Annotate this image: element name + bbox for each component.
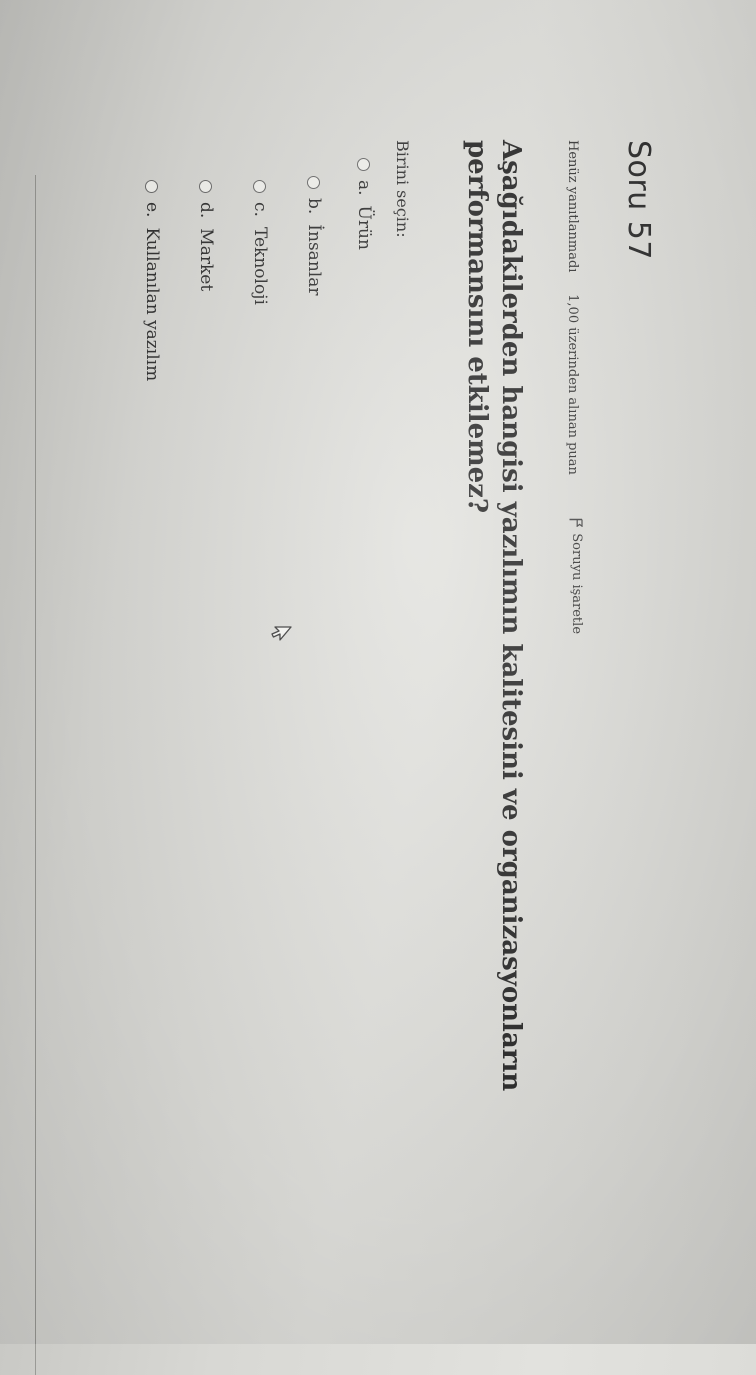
answer-option-a[interactable]: a. Ürün — [354, 158, 374, 250]
flag-question-label: Soruyu işaretle — [569, 533, 584, 635]
question-grade: 1,00 üzerinden alınan puan — [565, 294, 581, 475]
radio-b[interactable] — [307, 176, 321, 189]
answer-option-d[interactable]: d. Market — [196, 180, 216, 291]
radio-a[interactable] — [357, 158, 371, 171]
mouse-pointer-icon — [271, 626, 292, 641]
answer-option-c[interactable]: c. Teknoloji — [250, 180, 270, 305]
option-c-text: Teknoloji — [250, 226, 270, 305]
option-e-letter: e. — [142, 202, 162, 218]
radio-e[interactable] — [145, 180, 159, 193]
question-status: Henüz yanıtlanmadı — [565, 140, 581, 273]
option-e-text: Kullanılan yazılım — [142, 227, 162, 382]
option-b-letter: b. — [304, 198, 324, 215]
option-d-text: Market — [196, 228, 216, 292]
answer-option-e[interactable]: e. Kullanılan yazılım — [142, 180, 162, 381]
answer-option-b[interactable]: b. İnsanlar — [304, 176, 324, 295]
radio-c[interactable] — [253, 180, 267, 193]
question-text: Aşağıdakilerden hangisi yazılımın kalite… — [462, 140, 526, 1092]
question-title: Soru 57 — [621, 140, 656, 260]
flag-question-button[interactable]: Soruyu işaretle — [569, 518, 584, 634]
option-b-text: İnsanlar — [304, 224, 324, 296]
flag-icon — [570, 519, 584, 528]
question-screen: Soru 57 Henüz yanıtlanmadı 1,00 üzerinde… — [16, 0, 756, 1375]
page-divider — [35, 175, 36, 1375]
option-a-letter: a. — [354, 180, 374, 196]
option-c-letter: c. — [250, 202, 270, 217]
answer-prompt: Birini seçin: — [393, 140, 412, 238]
radio-d[interactable] — [199, 180, 213, 193]
option-d-letter: d. — [196, 202, 216, 219]
option-a-text: Ürün — [354, 205, 374, 250]
question-info: Henüz yanıtlanmadı 1,00 üzerinden alınan… — [566, 140, 585, 634]
